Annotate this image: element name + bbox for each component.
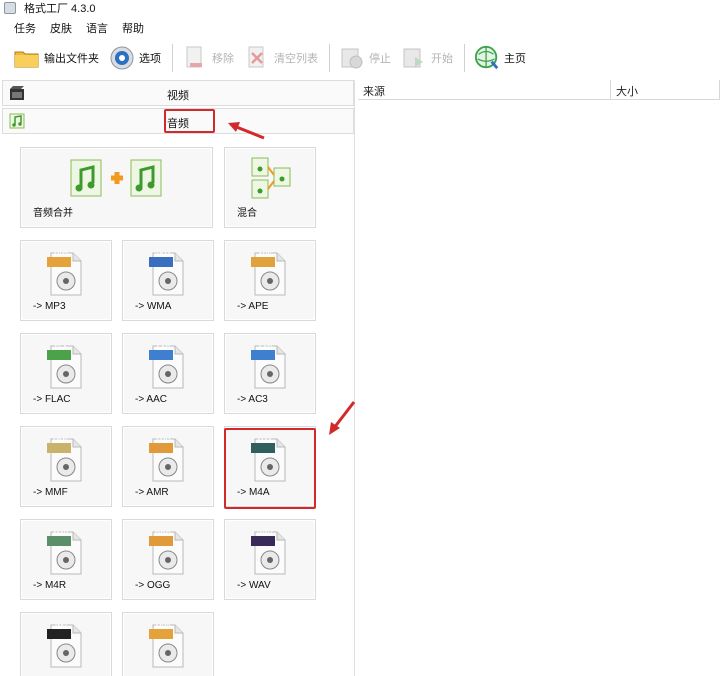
format-tile-to-ac3[interactable]: AAC -> AC3 [224, 333, 316, 414]
format-badge: MMF [53, 438, 69, 445]
format-tile-to-m4r[interactable]: M4R -> M4R [20, 519, 112, 600]
menu-item-task[interactable]: 任务 [14, 20, 36, 36]
format-tile-label: 音频合并 [33, 208, 73, 219]
format-tile-to-wv[interactable]: WV [20, 612, 112, 676]
category-video-label: 视频 [167, 90, 189, 102]
format-tile-to-flac[interactable]: FLA -> FLAC [20, 333, 112, 414]
format-tile-label: -> OGG [135, 580, 171, 591]
toolbar-separator [172, 44, 173, 72]
toolbar-separator [464, 44, 465, 72]
format-tile-label: -> FLAC [33, 394, 71, 405]
format-tile-to-mmf[interactable]: MMF -> MMF [20, 426, 112, 507]
column-header-source[interactable]: 来源 [358, 80, 611, 100]
folder-icon [14, 45, 40, 71]
format-badge: MP3 [53, 252, 69, 259]
gear-icon [109, 45, 135, 71]
format-badge: FLA [54, 345, 68, 352]
music-file-icon [21, 156, 212, 200]
format-badge: OGG [154, 531, 172, 538]
format-badge: WV [55, 624, 67, 631]
format-badge: M4A [257, 438, 273, 445]
format-tile-label: -> MP3 [33, 301, 66, 312]
home-button[interactable]: 主页 [470, 42, 530, 74]
stop-icon [339, 45, 365, 71]
format-badge: APE [257, 252, 272, 259]
format-tile-label: -> M4R [33, 580, 67, 591]
clear-list-button[interactable]: 清空列表 [240, 42, 322, 74]
clear-icon [244, 45, 270, 71]
format-badge: WMA [154, 252, 172, 259]
format-tile-label: -> AMR [135, 487, 169, 498]
remove-icon [182, 45, 208, 71]
format-badge: MP3 [155, 624, 171, 631]
format-tile-to-wav[interactable]: WAV -> WAV [224, 519, 316, 600]
format-tile-label: -> M4A [237, 487, 270, 498]
format-tile-to-m4a[interactable]: M4A -> M4A [224, 426, 316, 507]
format-badge: M4R [53, 531, 69, 538]
category-audio[interactable]: 音频 [2, 108, 354, 134]
menu-item-help[interactable]: 帮助 [122, 20, 144, 36]
menu-item-skin[interactable]: 皮肤 [50, 20, 72, 36]
start-icon [401, 45, 427, 71]
format-tile-to-amr[interactable]: AMR -> AMR [122, 426, 214, 507]
format-tile-to-wma[interactable]: WMA -> WMA [122, 240, 214, 321]
category-video[interactable]: 视频 [2, 80, 354, 106]
format-tile-to-mp3[interactable]: MP3 -> MP3 [20, 240, 112, 321]
format-badge: AAC [257, 345, 273, 352]
format-tile-audio-mix[interactable]: 混合 [224, 147, 316, 228]
format-tile-label: -> WAV [237, 580, 271, 591]
format-tile-label: -> APE [237, 301, 269, 312]
column-header-size[interactable]: 大小 [611, 80, 720, 100]
menu-bar: 任务 皮肤 语言 帮助 [0, 18, 720, 38]
format-tile-to-ogg[interactable]: OGG -> OGG [122, 519, 214, 600]
format-tile-to-ape[interactable]: APE -> APE [224, 240, 316, 321]
app-icon [4, 2, 16, 14]
format-badge: WAV [257, 531, 273, 538]
format-tile-audio-merge[interactable]: 音频合并 [20, 147, 213, 228]
music-file-icon [225, 156, 315, 202]
format-tile-to-aac[interactable]: AAC -> AAC [122, 333, 214, 414]
options-button[interactable]: 选项 [105, 42, 165, 74]
remove-button[interactable]: 移除 [178, 42, 238, 74]
toolbar-separator [329, 44, 330, 72]
title-bar: 格式工厂 4.3.0 [0, 0, 720, 16]
toolbar: 输出文件夹 选项 移除 清空列表 停止 开始 主页 [0, 40, 720, 76]
start-button[interactable]: 开始 [397, 42, 457, 74]
format-tile-label: 混合 [237, 208, 257, 219]
menu-item-language[interactable]: 语言 [86, 20, 108, 36]
format-tile-to-mp2[interactable]: MP3 [122, 612, 214, 676]
format-badge: AAC [155, 345, 171, 352]
window-title: 格式工厂 4.3.0 [24, 3, 96, 15]
format-tile-label: -> AAC [135, 394, 167, 405]
category-audio-label: 音频 [167, 118, 189, 130]
globe-icon [474, 45, 500, 71]
output-folder-button[interactable]: 输出文件夹 [10, 42, 103, 74]
format-tile-label: -> AC3 [237, 394, 268, 405]
format-tile-label: -> MMF [33, 487, 68, 498]
format-tile-label: -> WMA [135, 301, 172, 312]
format-badge: AMR [155, 438, 171, 445]
stop-button[interactable]: 停止 [335, 42, 395, 74]
file-list: 来源 大小 [358, 80, 720, 676]
